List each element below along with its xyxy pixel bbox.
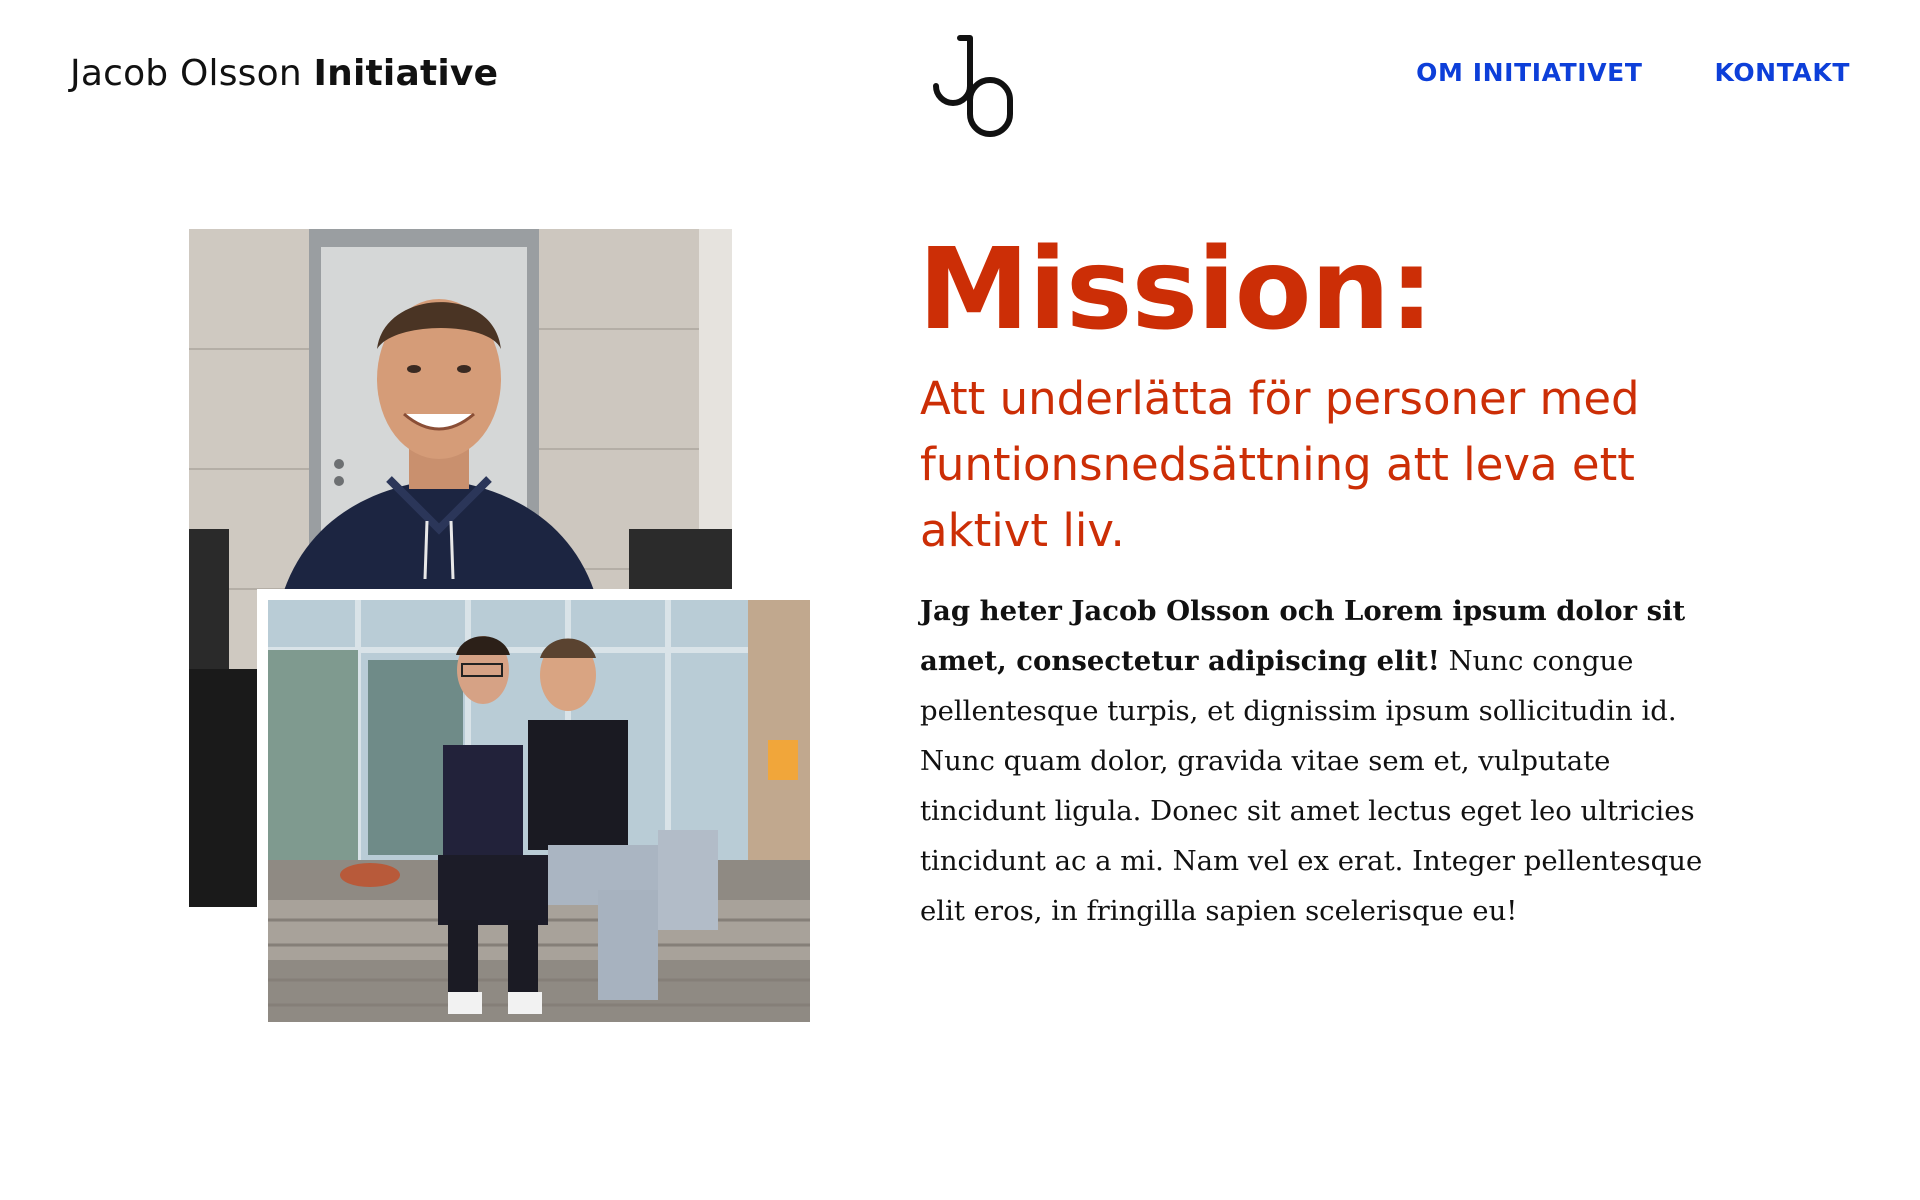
site-title-link[interactable]: Jacob Olsson Initiative	[70, 50, 498, 98]
mission-body: Jag heter Jacob Olsson och Lorem ipsum d…	[920, 586, 1720, 936]
site-title-regular: Jacob Olsson	[70, 53, 302, 94]
nav-link-kontakt[interactable]: KONTAKT	[1714, 55, 1850, 91]
jo-monogram-logo-icon[interactable]	[930, 34, 1016, 138]
site-title-bold: Initiative	[313, 53, 499, 94]
nav-link-om-initiativet[interactable]: OM INITIATIVET	[1416, 55, 1642, 91]
mission-subheading: Att underlätta för personer med funtions…	[920, 372, 1640, 557]
friends-photo	[268, 600, 810, 1022]
mission-heading: Mission:	[918, 225, 1434, 355]
main-nav: OM INITIATIVET KONTAKT	[1416, 55, 1850, 91]
mission-body-text: Nunc congue pellentesque turpis, et dign…	[920, 645, 1703, 927]
